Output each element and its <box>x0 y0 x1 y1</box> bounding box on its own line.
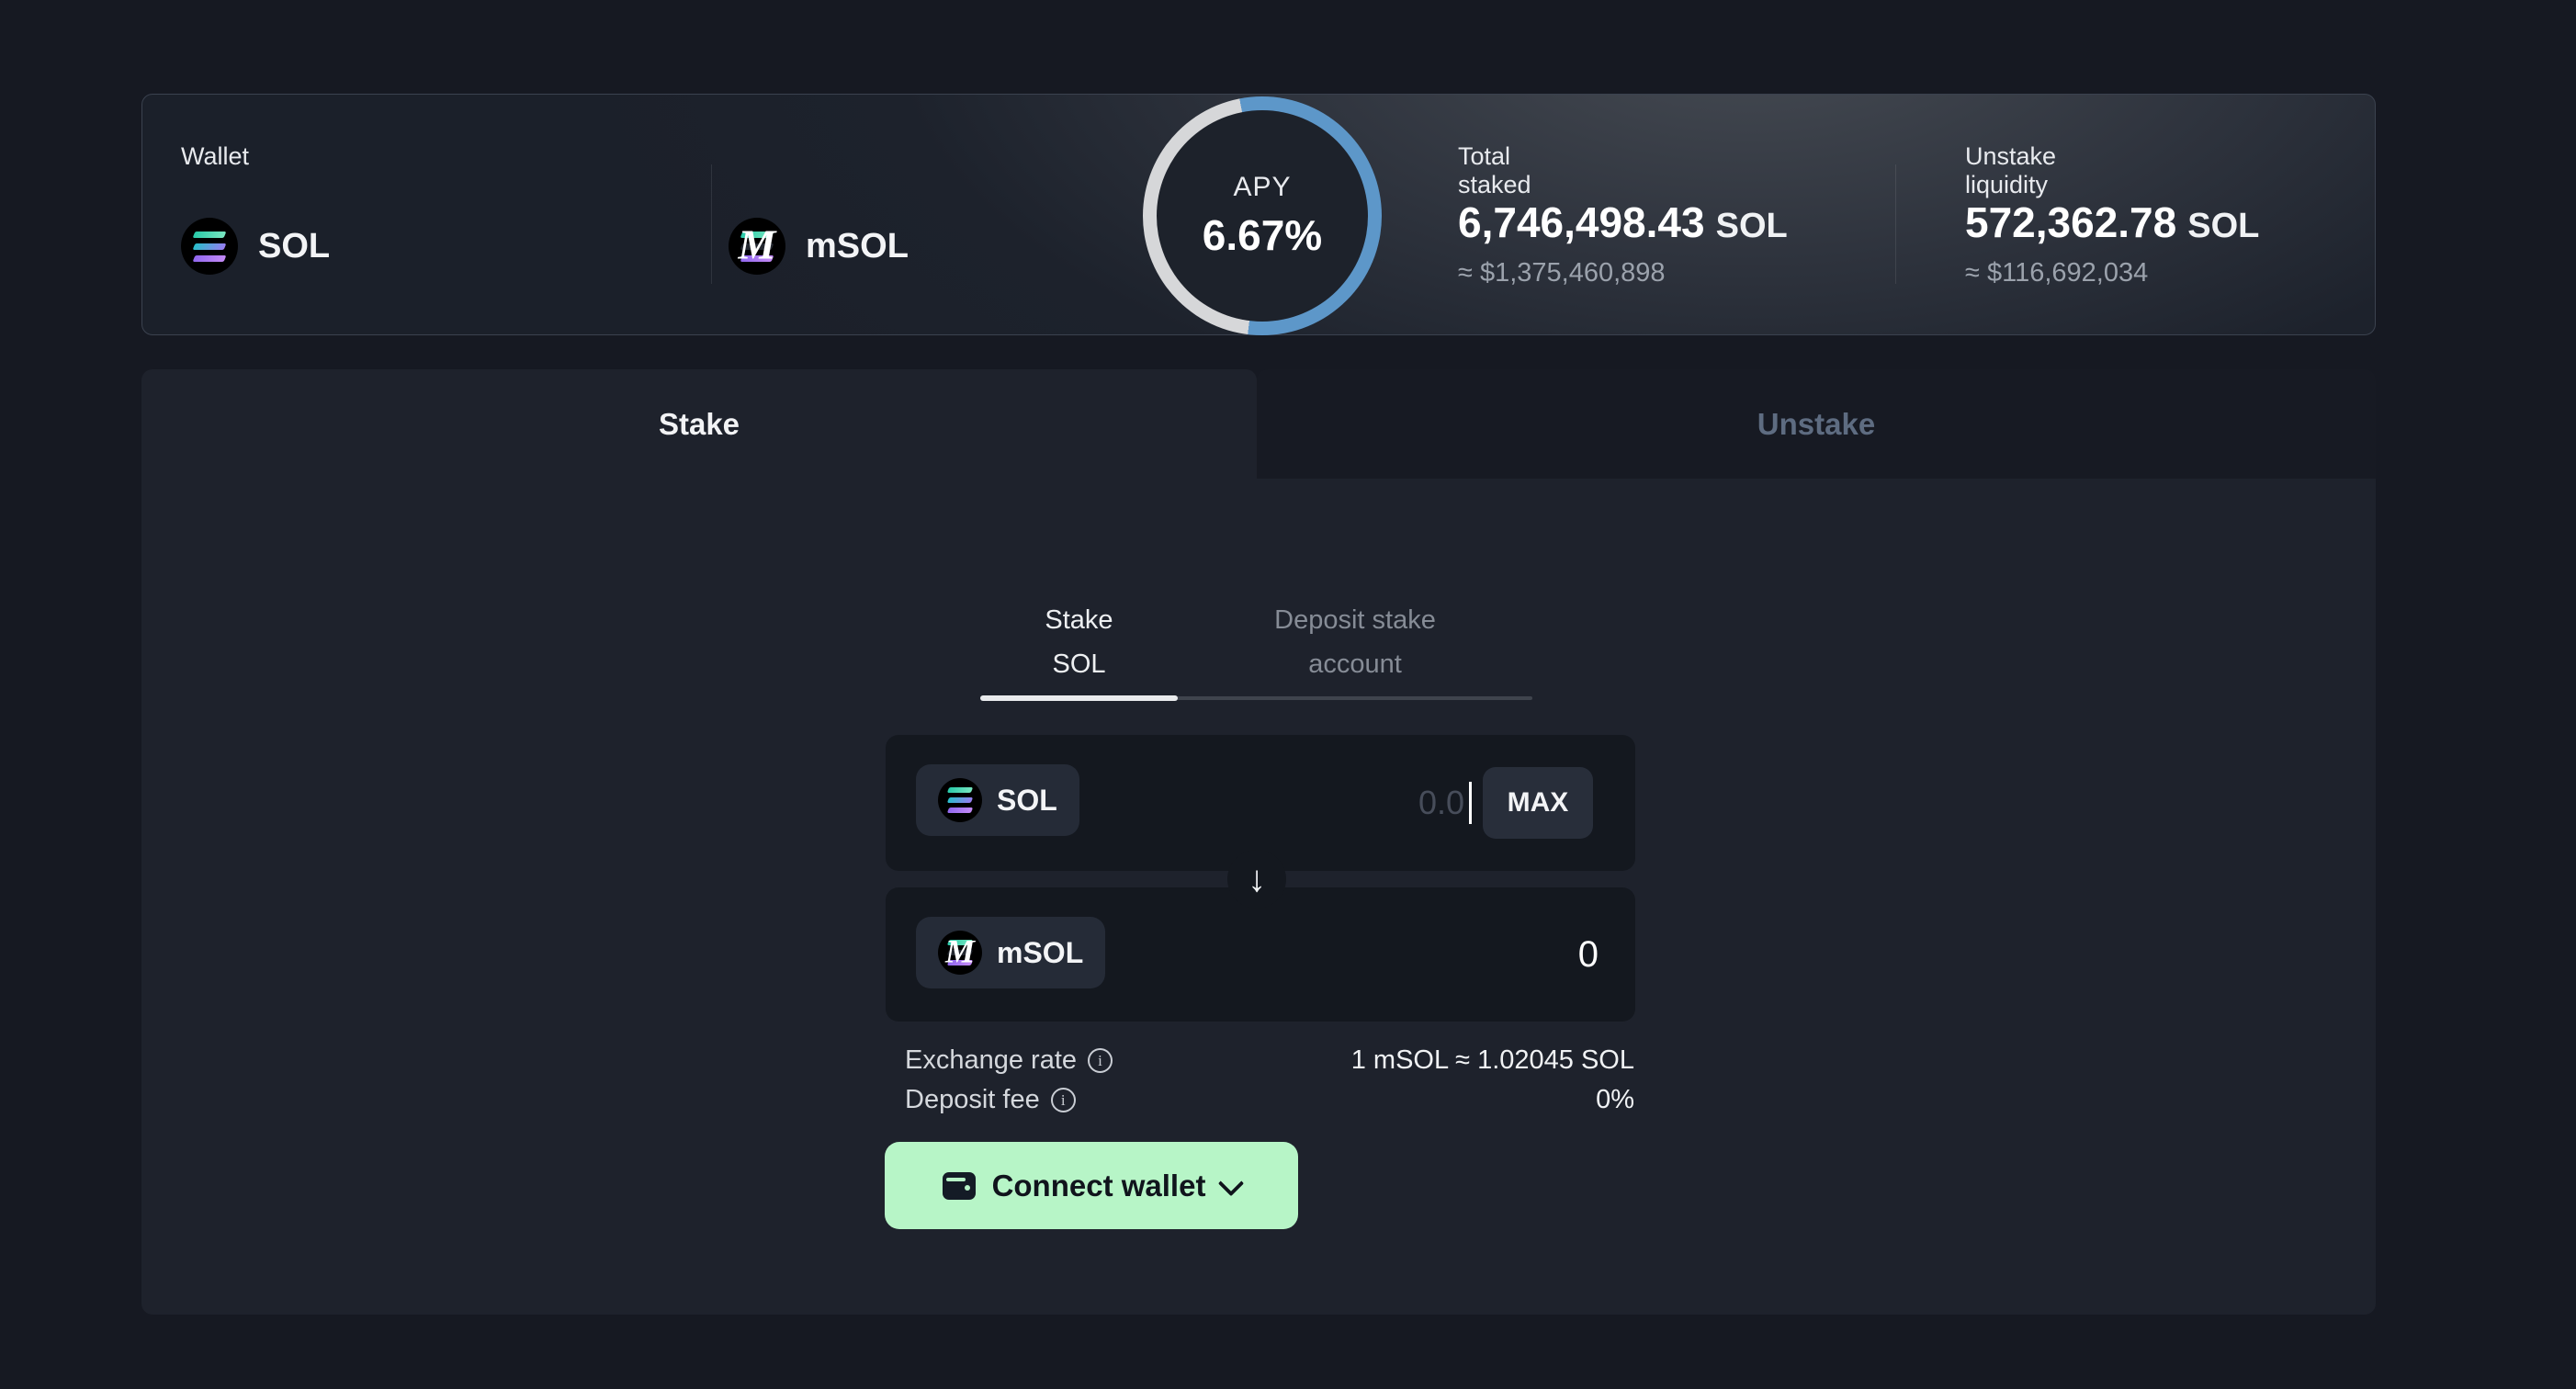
solana-icon <box>181 218 238 275</box>
wallet-divider <box>711 164 712 284</box>
total-staked-amount: 6,746,498.43 SOL <box>1458 198 1788 247</box>
tab-stake-sol-label: Stake SOL <box>1020 598 1139 686</box>
msol-token-chip: M mSOL <box>916 917 1105 988</box>
wallet-token-msol: M mSOL <box>729 214 909 278</box>
apy-value: 6.67% <box>1203 210 1322 260</box>
tab-unstake-label: Unstake <box>1757 407 1875 442</box>
arrow-down-icon: ↓ <box>1248 861 1266 898</box>
wallet-token-sol: SOL <box>181 214 330 278</box>
msol-output-value: 0 <box>1578 887 1599 1022</box>
deposit-fee-row: Deposit fee i 0% <box>905 1080 1634 1120</box>
marinade-icon: M <box>938 931 982 975</box>
tab-stake-sol[interactable]: Stake SOL <box>980 598 1178 686</box>
exchange-rate-label: Exchange rate <box>905 1045 1077 1076</box>
stake-panel: Stake SOL Deposit stake account SOL 0.0 <box>141 479 2376 1315</box>
total-staked-number: 6,746,498.43 <box>1458 198 1705 246</box>
deposit-fee-value: 0% <box>1596 1085 1634 1115</box>
tab-stake-label: Stake <box>659 407 740 442</box>
connect-wallet-label: Connect wallet <box>992 1169 1206 1203</box>
stats-divider <box>1895 164 1896 284</box>
solana-icon <box>938 778 982 822</box>
tab-unstake[interactable]: Unstake <box>1257 369 2376 479</box>
stake-amount-input[interactable]: 0.0 <box>1418 735 1464 871</box>
max-button[interactable]: MAX <box>1483 767 1593 839</box>
tab-deposit-stake-account[interactable]: Deposit stake account <box>1178 598 1532 686</box>
tab-stake[interactable]: Stake <box>141 369 1257 479</box>
sol-token-chip: SOL <box>916 764 1079 836</box>
stake-method-tabs: Stake SOL Deposit stake account <box>980 598 1532 701</box>
wallet-label: Wallet <box>181 142 249 171</box>
msol-chip-label: mSOL <box>997 936 1083 970</box>
unstake-liquidity-amount: 572,362.78 SOL <box>1965 198 2259 247</box>
info-icon[interactable]: i <box>1051 1088 1076 1112</box>
unstake-liquidity-number: 572,362.78 <box>1965 198 2176 246</box>
wallet-sol-symbol: SOL <box>258 227 330 266</box>
chevron-down-icon <box>1218 1170 1244 1196</box>
max-button-label: MAX <box>1508 787 1569 819</box>
transaction-details: Exchange rate i 1 mSOL ≈ 1.02045 SOL Dep… <box>905 1041 1634 1120</box>
wallet-msol-symbol: mSOL <box>806 227 909 266</box>
total-staked-usd: ≈ $1,375,460,898 <box>1458 258 1666 288</box>
inner-tab-track <box>980 695 1532 701</box>
deposit-fee-label: Deposit fee <box>905 1085 1040 1115</box>
stats-card: Wallet SOL M mSOL APY 6.67% Total staked <box>141 94 2376 335</box>
exchange-rate-row: Exchange rate i 1 mSOL ≈ 1.02045 SOL <box>905 1041 1634 1080</box>
exchange-rate-value: 1 mSOL ≈ 1.02045 SOL <box>1351 1045 1634 1076</box>
total-staked-unit: SOL <box>1716 207 1788 245</box>
total-staked-label: Total staked <box>1458 142 1531 199</box>
swap-direction-badge: ↓ <box>1227 850 1286 909</box>
apy-ring-inner: APY 6.67% <box>1157 110 1368 322</box>
connect-wallet-button[interactable]: Connect wallet <box>885 1142 1298 1229</box>
unstake-liquidity-label: Unstake liquidity <box>1965 142 2056 199</box>
marinade-icon: M <box>729 218 785 275</box>
wallet-icon <box>943 1172 976 1200</box>
sol-chip-label: SOL <box>997 784 1057 818</box>
apy-label: APY <box>1233 172 1291 203</box>
inner-tab-active-indicator <box>980 695 1178 701</box>
tab-deposit-stake-account-label: Deposit stake account <box>1249 598 1461 686</box>
info-icon[interactable]: i <box>1088 1048 1113 1073</box>
apy-ring: APY 6.67% <box>1143 96 1382 335</box>
unstake-liquidity-usd: ≈ $116,692,034 <box>1965 258 2148 288</box>
unstake-liquidity-unit: SOL <box>2187 207 2259 245</box>
stake-amount-placeholder: 0.0 <box>1418 784 1464 822</box>
marinade-staking-page: Wallet SOL M mSOL APY 6.67% Total staked <box>0 0 2576 1389</box>
text-cursor <box>1469 782 1472 824</box>
